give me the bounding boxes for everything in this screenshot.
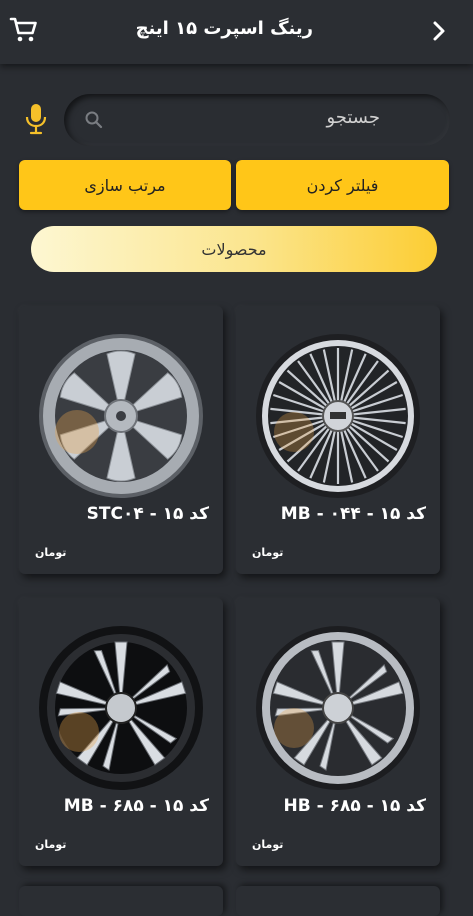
product-code: کد ۱۵ - ۶۸۵ - MB [63,796,209,816]
product-code: کد ۱۵ - ۶۸۵ - HB [283,796,426,816]
product-code: کد ۱۵ - STC۰۴ [86,504,209,524]
product-price: تومان [35,546,67,559]
product-card[interactable]: کد ۱۵ - ۰۴۴ - MB تومان [236,306,440,574]
product-price: تومان [35,838,67,851]
wheel-image [254,332,422,500]
wheel-image [254,624,422,792]
product-price: تومان [252,546,284,559]
product-card[interactable]: کد ۱۵ - ۶۸۵ - MB تومان [19,598,223,866]
chevron-right-icon[interactable] [427,16,451,46]
product-code: کد ۱۵ - ۰۴۴ - MB [280,504,426,524]
top-app-bar: رینگ اسپرت ۱۵ اینچ [0,0,473,64]
filter-button[interactable]: فیلتر کردن [236,160,449,210]
cart-icon[interactable] [8,14,40,46]
product-card[interactable]: کد ۱۵ - STC۰۴ تومان [19,306,223,574]
product-price: تومان [252,838,284,851]
search-input[interactable]: جستجو [64,94,450,146]
wheel-image [37,332,205,500]
search-placeholder: جستجو [326,107,380,128]
sort-button[interactable]: مرتب سازی [19,160,231,210]
page-title: رینگ اسپرت ۱۵ اینچ [135,18,313,39]
category-chip[interactable]: محصولات [31,226,437,272]
product-card-partial[interactable] [19,886,223,916]
search-icon [84,110,104,130]
product-card[interactable]: کد ۱۵ - ۶۸۵ - HB تومان [236,598,440,866]
microphone-icon[interactable] [22,102,50,136]
product-card-partial[interactable] [236,886,440,916]
wheel-image [37,624,205,792]
